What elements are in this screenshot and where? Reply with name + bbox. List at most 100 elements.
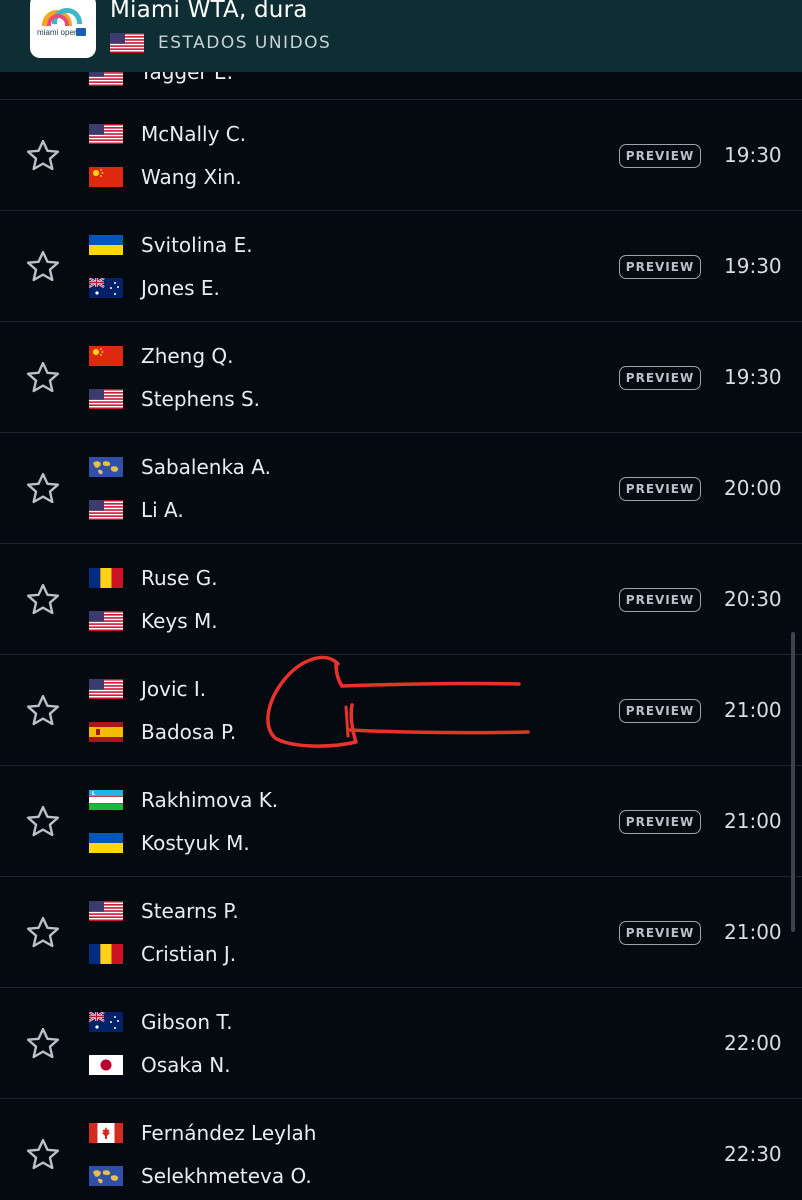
match-row[interactable]: Sabalenka A. Li A. PREVIEW 20:00 [0,433,802,544]
flag-icon [89,500,123,520]
player-one: McNally C. [89,122,246,146]
player-one: Jovic I. [89,677,206,701]
star-outline-icon[interactable] [24,248,62,286]
player-name: Stephens S. [141,387,261,411]
flag-icon [89,568,123,588]
player-name: Fernández Leylah [141,1121,317,1145]
match-time: 19:30 [724,254,782,278]
match-row[interactable]: Jovic I. Badosa P. PREVIEW 21:00 [0,655,802,766]
match-row[interactable]: Gibson T. Osaka N. 22:00 [0,988,802,1099]
match-time: 21:00 [724,809,782,833]
player-two: Badosa P. [89,720,236,744]
preview-button[interactable]: PREVIEW [619,921,701,945]
player-name: Jovic I. [141,677,207,701]
player-one: Zheng Q. [89,344,234,368]
player-name: Zheng Q. [141,344,234,368]
player-two: Wang Xin. [89,165,242,189]
match-time: 22:30 [724,1142,782,1166]
country-name: ESTADOS UNIDOS [158,33,332,53]
partial-match-row[interactable]: Yagger E. [0,72,802,100]
flag-icon [89,833,123,853]
flag-icon [89,235,123,255]
flag-icon [89,722,123,742]
player-name: Svitolina E. [141,233,253,257]
player-two: Jones E. [89,276,220,300]
match-time: 19:30 [724,143,782,167]
player-name: Jones E. [141,276,220,300]
star-outline-icon[interactable] [24,914,62,952]
player-name: Cristian J. [141,942,237,966]
match-time: 20:00 [724,476,782,500]
player-one: Sabalenka A. [89,455,271,479]
preview-button[interactable]: PREVIEW [619,255,701,279]
match-time: 20:30 [724,587,782,611]
match-list: McNally C. Wang Xin. PREVIEW 19:30 Svito… [0,100,802,1200]
star-outline-icon[interactable] [24,581,62,619]
player-name: Keys M. [141,609,218,633]
player-one: Ruse G. [89,566,218,590]
player-one: Fernández Leylah [89,1121,316,1145]
player-name: Badosa P. [141,720,237,744]
player-name: Sabalenka A. [141,455,271,479]
match-time: 21:00 [724,698,782,722]
match-row[interactable]: McNally C. Wang Xin. PREVIEW 19:30 [0,100,802,211]
match-time: 19:30 [724,365,782,389]
player-two: Osaka N. [89,1053,231,1077]
flag-icon [89,790,123,810]
player-name: Wang Xin. [141,165,242,189]
flag-icon [89,679,123,699]
match-row[interactable]: Zheng Q. Stephens S. PREVIEW 19:30 [0,322,802,433]
player-two: Cristian J. [89,942,236,966]
preview-button[interactable]: PREVIEW [619,588,701,612]
flag-icon [89,278,123,298]
flag-icon [89,944,123,964]
star-outline-icon[interactable] [24,1025,62,1063]
player-name: Yagger E. [140,72,233,84]
match-row[interactable]: Rakhimova K. Kostyuk M. PREVIEW 21:00 [0,766,802,877]
tournament-header: miami open Miami WTA, dura ESTADOS UNIDO… [0,0,802,72]
flag-icon [89,72,123,86]
match-row[interactable]: Ruse G. Keys M. PREVIEW 20:30 [0,544,802,655]
tournament-title: Miami WTA, dura [110,0,308,23]
player-one: Rakhimova K. [89,788,278,812]
preview-button[interactable]: PREVIEW [619,699,701,723]
star-outline-icon[interactable] [24,137,62,175]
logo-text: miami open [37,28,79,37]
flag-icon [89,1012,123,1032]
player-name: Selekhmeteva O. [141,1164,312,1188]
flag-icon [89,346,123,366]
player-two: Stephens S. [89,387,260,411]
match-time: 21:00 [724,920,782,944]
player-name: Osaka N. [141,1053,231,1077]
player-name: Li A. [141,498,184,522]
scrollbar[interactable] [791,632,795,932]
player-two: Selekhmeteva O. [89,1164,312,1188]
player-two: Li A. [89,498,184,522]
match-row[interactable]: Stearns P. Cristian J. PREVIEW 21:00 [0,877,802,988]
player-name: Gibson T. [141,1010,233,1034]
player-one: Svitolina E. [89,233,253,257]
tournament-logo: miami open [30,0,96,58]
preview-button[interactable]: PREVIEW [619,810,701,834]
flag-icon [89,1123,123,1143]
preview-button[interactable]: PREVIEW [619,477,701,501]
flag-icon [110,33,144,53]
flag-icon [89,611,123,631]
preview-button[interactable]: PREVIEW [619,144,701,168]
star-outline-icon[interactable] [24,470,62,508]
match-row[interactable]: Fernández Leylah Selekhmeteva O. 22:30 [0,1099,802,1200]
star-outline-icon[interactable] [24,692,62,730]
star-outline-icon[interactable] [24,359,62,397]
flag-icon [89,167,123,187]
player-two: Kostyuk M. [89,831,250,855]
match-row[interactable]: Svitolina E. Jones E. PREVIEW 19:30 [0,211,802,322]
player-two: Keys M. [89,609,218,633]
player-name: Kostyuk M. [141,831,250,855]
star-outline-icon[interactable] [24,1136,62,1174]
flag-icon [89,457,123,477]
preview-button[interactable]: PREVIEW [619,366,701,390]
match-time: 22:00 [724,1031,782,1055]
star-outline-icon[interactable] [24,803,62,841]
flag-icon [89,1055,123,1075]
flag-icon [89,124,123,144]
